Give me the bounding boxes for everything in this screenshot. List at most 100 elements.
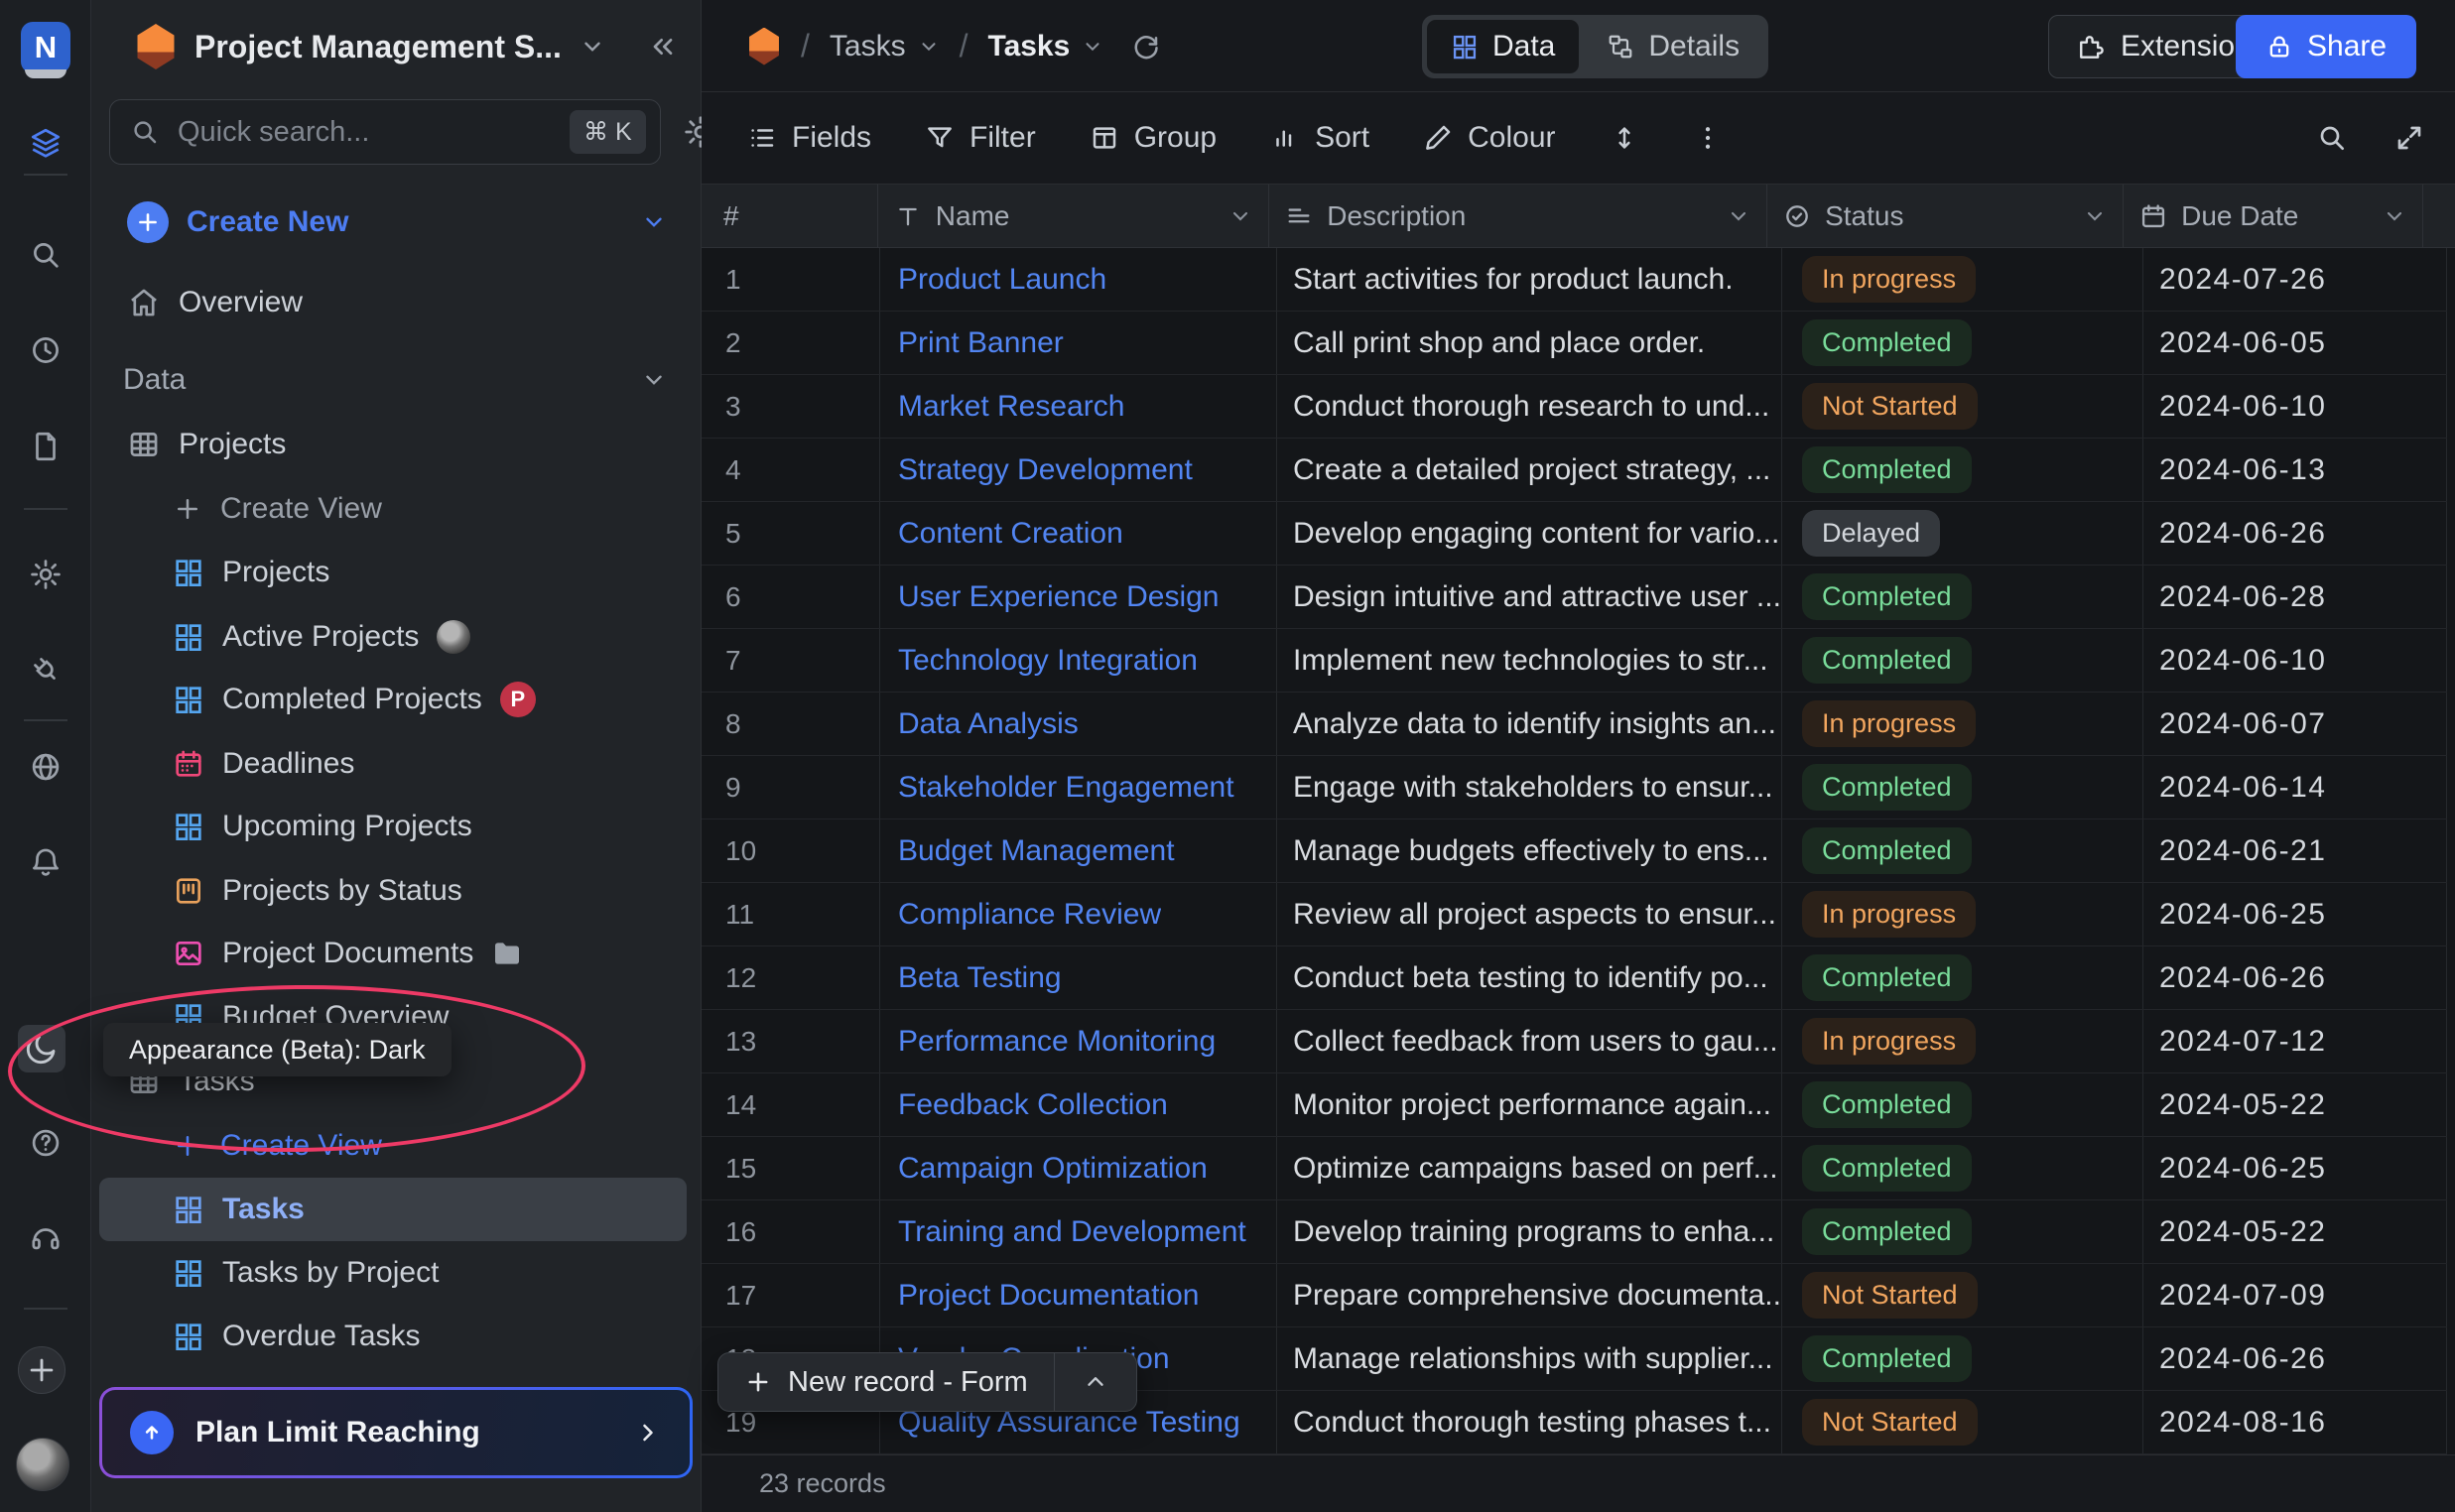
filter-button[interactable]: Filter (925, 121, 1036, 155)
fields-button[interactable]: Fields (747, 121, 871, 155)
status-cell[interactable]: Completed (1782, 1327, 2143, 1390)
due-date-cell[interactable]: 2024-07-09 (2143, 1264, 2447, 1326)
view-item-tasks-by-project[interactable]: Tasks by Project (91, 1241, 701, 1305)
base-layers-icon[interactable] (29, 126, 63, 160)
status-cell[interactable]: Not Started (1782, 1264, 2143, 1326)
status-cell[interactable]: Completed (1782, 819, 2143, 882)
row-number-cell[interactable]: 7 (702, 629, 880, 692)
chevron-down-icon[interactable] (2383, 204, 2406, 228)
due-date-cell[interactable]: 2024-06-26 (2143, 1327, 2447, 1390)
row-number-cell[interactable]: 4 (702, 439, 880, 501)
history-clock-icon[interactable] (29, 333, 63, 367)
name-cell[interactable]: Data Analysis (880, 693, 1277, 755)
name-cell[interactable]: Market Research (880, 375, 1277, 438)
view-item-deadlines[interactable]: Deadlines (91, 732, 701, 796)
view-item-completed-projects[interactable]: Completed Projects P (91, 668, 701, 731)
appearance-moon-icon[interactable] (18, 1025, 65, 1072)
name-cell[interactable]: Beta Testing (880, 946, 1277, 1009)
view-item-projects[interactable]: Projects (91, 541, 701, 604)
description-cell[interactable]: Analyze data to identify insights an... (1277, 693, 1782, 755)
language-globe-icon[interactable] (29, 750, 63, 784)
chevron-down-icon[interactable] (641, 367, 667, 393)
plan-limit-banner[interactable]: Plan Limit Reaching (99, 1387, 693, 1478)
description-cell[interactable]: Manage budgets effectively to ens... (1277, 819, 1782, 882)
name-cell[interactable]: Project Documentation (880, 1264, 1277, 1326)
status-cell[interactable]: Completed (1782, 566, 2143, 628)
status-cell[interactable]: In progress (1782, 248, 2143, 311)
due-date-cell[interactable]: 2024-07-26 (2143, 248, 2447, 311)
record-name-link[interactable]: Feedback Collection (898, 1088, 1168, 1122)
record-name-link[interactable]: Market Research (898, 390, 1124, 424)
column-header-status[interactable]: Status (1767, 185, 2124, 247)
row-number-cell[interactable]: 2 (702, 312, 880, 374)
description-cell[interactable]: Engage with stakeholders to ensur... (1277, 756, 1782, 819)
view-item-tasks-selected[interactable]: Tasks (99, 1178, 687, 1241)
table-item-projects[interactable]: Projects (91, 413, 701, 476)
record-name-link[interactable]: Data Analysis (898, 707, 1079, 741)
name-cell[interactable]: Technology Integration (880, 629, 1277, 692)
create-new-button[interactable]: Create New (91, 190, 701, 254)
record-name-link[interactable]: Beta Testing (898, 961, 1062, 995)
refresh-icon[interactable] (1131, 32, 1161, 62)
more-options-button[interactable] (1693, 123, 1723, 153)
due-date-cell[interactable]: 2024-06-10 (2143, 375, 2447, 438)
due-date-cell[interactable]: 2024-05-22 (2143, 1200, 2447, 1263)
view-item-overdue-tasks[interactable]: Overdue Tasks (91, 1305, 701, 1368)
status-cell[interactable]: Completed (1782, 1073, 2143, 1136)
description-cell[interactable]: Create a detailed project strategy, ... (1277, 439, 1782, 501)
new-record-options-button[interactable] (1055, 1353, 1136, 1411)
due-date-cell[interactable]: 2024-06-10 (2143, 629, 2447, 692)
name-cell[interactable]: Print Banner (880, 312, 1277, 374)
row-number-cell[interactable]: 6 (702, 566, 880, 628)
description-cell[interactable]: Develop engaging content for vario... (1277, 502, 1782, 565)
description-cell[interactable]: Develop training programs to enha... (1277, 1200, 1782, 1263)
row-number-cell[interactable]: 13 (702, 1010, 880, 1072)
colour-button[interactable]: Colour (1423, 121, 1555, 155)
status-cell[interactable]: Delayed (1782, 502, 2143, 565)
tab-details[interactable]: Details (1583, 20, 1763, 73)
name-cell[interactable]: Campaign Optimization (880, 1137, 1277, 1199)
name-cell[interactable]: Content Creation (880, 502, 1277, 565)
chevron-down-icon[interactable] (1228, 204, 1252, 228)
column-header-row-number[interactable]: # (702, 185, 878, 247)
name-cell[interactable]: User Experience Design (880, 566, 1277, 628)
chevron-down-icon[interactable] (1727, 204, 1750, 228)
record-name-link[interactable]: Strategy Development (898, 453, 1193, 487)
status-cell[interactable]: Not Started (1782, 375, 2143, 438)
status-cell[interactable]: Completed (1782, 946, 2143, 1009)
row-number-cell[interactable]: 12 (702, 946, 880, 1009)
view-item-project-documents[interactable]: Project Documents (91, 922, 701, 985)
status-cell[interactable]: In progress (1782, 883, 2143, 945)
settings-gear-icon[interactable] (29, 558, 63, 591)
due-date-cell[interactable]: 2024-06-25 (2143, 883, 2447, 945)
create-view-button[interactable]: Create View (91, 477, 701, 541)
description-cell[interactable]: Prepare comprehensive documenta... (1277, 1264, 1782, 1326)
due-date-cell[interactable]: 2024-06-13 (2143, 439, 2447, 501)
record-name-link[interactable]: User Experience Design (898, 580, 1219, 614)
description-cell[interactable]: Monitor project performance again... (1277, 1073, 1782, 1136)
name-cell[interactable]: Feedback Collection (880, 1073, 1277, 1136)
row-number-cell[interactable]: 16 (702, 1200, 880, 1263)
chevron-down-icon[interactable] (641, 209, 667, 235)
record-name-link[interactable]: Technology Integration (898, 644, 1198, 678)
row-number-cell[interactable]: 10 (702, 819, 880, 882)
share-button[interactable]: Share (2236, 15, 2416, 78)
nocodb-logo[interactable]: N (21, 22, 70, 73)
integrations-plug-icon[interactable] (29, 653, 63, 687)
description-cell[interactable]: Collect feedback from users to gau... (1277, 1010, 1782, 1072)
record-name-link[interactable]: Compliance Review (898, 898, 1161, 932)
status-cell[interactable]: In progress (1782, 1010, 2143, 1072)
record-name-link[interactable]: Content Creation (898, 517, 1123, 551)
record-name-link[interactable]: Print Banner (898, 326, 1064, 360)
document-icon[interactable] (29, 430, 63, 463)
record-name-link[interactable]: Performance Monitoring (898, 1025, 1216, 1059)
row-number-cell[interactable]: 17 (702, 1264, 880, 1326)
support-headset-icon[interactable] (29, 1221, 63, 1255)
breadcrumb-view[interactable]: Tasks (987, 30, 1103, 63)
view-item-upcoming-projects[interactable]: Upcoming Projects (91, 795, 701, 858)
base-hexagon-icon[interactable] (747, 28, 781, 65)
record-name-link[interactable]: Stakeholder Engagement (898, 771, 1234, 805)
create-view-button[interactable]: Create View (91, 1114, 701, 1178)
row-number-cell[interactable]: 15 (702, 1137, 880, 1199)
row-height-button[interactable] (1610, 123, 1639, 153)
